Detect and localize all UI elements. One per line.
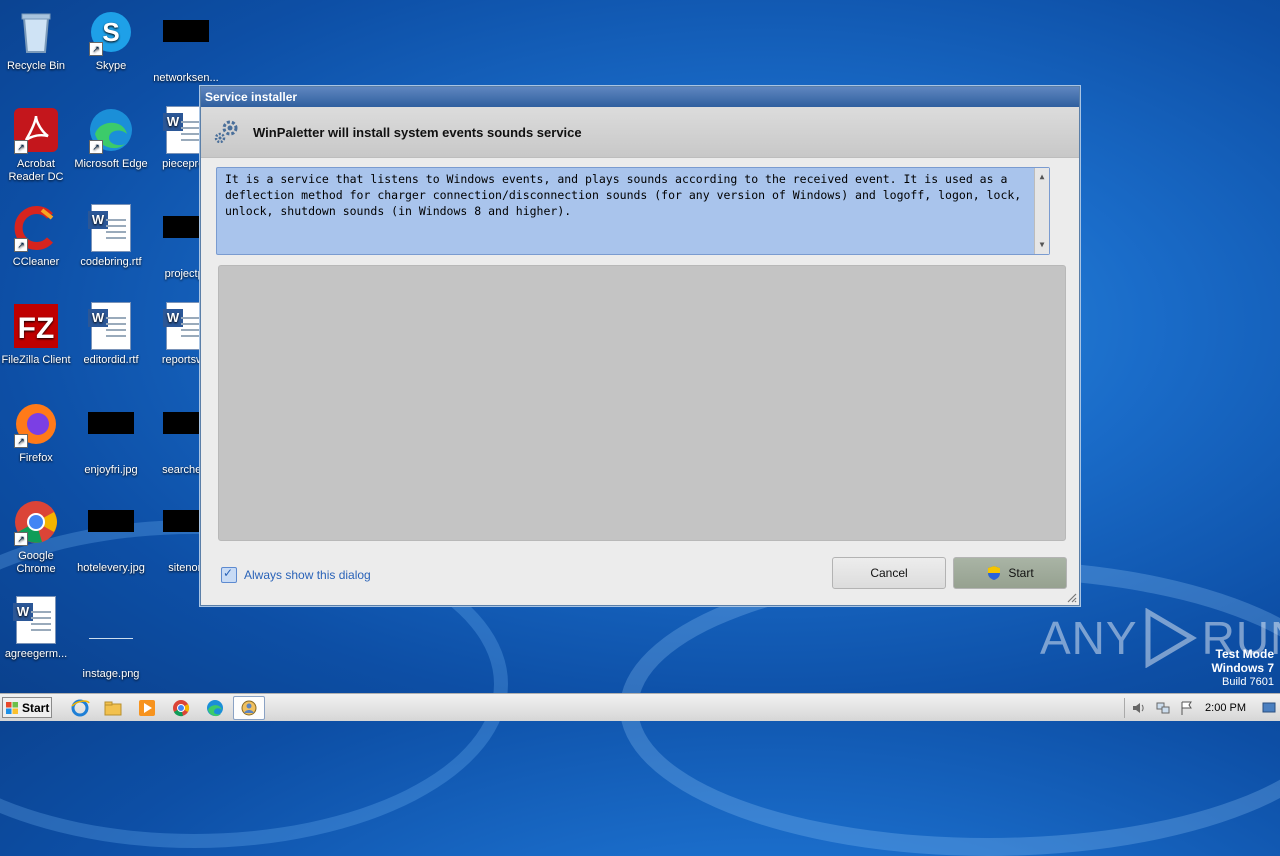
start-button[interactable]: Start — [953, 557, 1067, 589]
dialog-window-title: Service installer — [205, 90, 298, 104]
desktop-icon-label: Recycle Bin — [6, 60, 66, 72]
desktop-icon-label: Firefox — [19, 452, 53, 464]
resize-grip-icon[interactable] — [1065, 591, 1077, 603]
acrobat-icon: ↗ — [12, 106, 60, 154]
skype-icon: S ↗ — [87, 8, 135, 56]
start-menu-button[interactable]: Start — [2, 697, 52, 718]
desktop-icon-label: codebring.rtf — [80, 256, 142, 268]
shortcut-arrow-icon: ↗ — [14, 238, 28, 252]
os-label: Windows 7 — [1211, 661, 1274, 675]
description-scrollbar[interactable]: ▲ ▼ — [1034, 168, 1049, 254]
desktop-icon-label: CCleaner — [12, 256, 60, 268]
dialog-header: WinPaletter will install system events s… — [201, 107, 1079, 158]
always-show-label[interactable]: Always show this dialog — [244, 568, 371, 582]
taskbar: Start 2:00 PM — [0, 693, 1280, 721]
uac-shield-icon — [988, 566, 1001, 580]
desktop-icon-instage[interactable]: instage.png — [73, 596, 149, 681]
edge-icon[interactable] — [205, 698, 225, 718]
watermark-text-left: ANY — [1040, 612, 1138, 664]
desktop-icon-codebring[interactable]: W codebring.rtf — [73, 204, 149, 269]
desktop-icon-recycle-bin[interactable]: Recycle Bin — [0, 8, 74, 73]
winpaletter-icon — [241, 700, 257, 716]
desktop-icon-agreegerm[interactable]: W agreegerm... — [0, 596, 74, 661]
word-document-icon: W — [87, 302, 135, 350]
word-document-icon: W — [12, 596, 60, 644]
explorer-icon[interactable] — [103, 698, 123, 718]
shortcut-arrow-icon: ↗ — [14, 140, 28, 154]
svg-text:FZ: FZ — [18, 312, 55, 345]
always-show-checkbox-row[interactable]: Always show this dialog — [221, 566, 371, 583]
firefox-icon: ↗ — [12, 400, 60, 448]
start-label: Start — [22, 700, 50, 715]
desktop-icon-editordid[interactable]: W editordid.rtf — [73, 302, 149, 367]
desktop-icon-label: agreegerm... — [4, 648, 68, 660]
shortcut-arrow-icon: ↗ — [14, 532, 28, 546]
redacted-thumbnail-icon — [87, 510, 135, 558]
filezilla-icon: FZ — [12, 302, 60, 350]
system-tray: 2:00 PM — [1124, 694, 1280, 721]
redacted-thumbnail-icon — [162, 20, 210, 68]
ie-icon[interactable] — [70, 698, 90, 718]
desktop-icon-label: Google Chrome — [16, 550, 56, 575]
desktop-icon-label: Acrobat Reader DC — [8, 158, 64, 183]
desktop-icon-label: FileZilla Client — [1, 354, 71, 366]
shortcut-arrow-icon: ↗ — [89, 140, 103, 154]
action-center-flag-icon[interactable] — [1179, 700, 1195, 716]
media-player-icon[interactable] — [137, 698, 157, 718]
chrome-icon: ↗ — [12, 498, 60, 546]
scroll-up-icon[interactable]: ▲ — [1035, 170, 1049, 184]
dialog-title-bar[interactable]: Service installer — [201, 87, 1079, 107]
test-mode-notice: Test Mode Windows 7 Build 7601 — [1211, 647, 1274, 689]
show-desktop-icon[interactable] — [1262, 701, 1276, 715]
desktop-icon-label: editordid.rtf — [83, 354, 139, 366]
desktop-icon-filezilla[interactable]: FZ FileZilla Client — [0, 302, 74, 367]
desktop-icon-label: instage.png — [82, 668, 140, 680]
recycle-bin-icon — [12, 8, 60, 56]
desktop-icon-firefox[interactable]: ↗ Firefox — [0, 400, 74, 465]
service-description-textbox[interactable]: It is a service that listens to Windows … — [216, 167, 1050, 255]
desktop-icon-networksen[interactable]: networksen... — [148, 8, 224, 85]
winpaletter-taskbar-button[interactable] — [233, 696, 265, 720]
redacted-thumbnail-icon — [87, 412, 135, 460]
network-icon[interactable] — [1155, 700, 1171, 716]
windows-flag-icon — [6, 701, 18, 714]
scroll-down-icon[interactable]: ▼ — [1035, 238, 1049, 252]
desktop-icon-ccleaner[interactable]: ↗ CCleaner — [0, 204, 74, 269]
ccleaner-icon: ↗ — [12, 204, 60, 252]
test-mode-label: Test Mode — [1215, 647, 1274, 661]
desktop-icon-label: Skype — [95, 60, 127, 72]
service-installer-dialog: Service installer WinPaletter will insta… — [200, 86, 1080, 606]
desktop-icon-label: hotelevery.jpg — [77, 562, 145, 574]
cancel-button-label: Cancel — [870, 566, 908, 580]
shortcut-arrow-icon: ↗ — [14, 434, 28, 448]
play-logo-icon — [1145, 608, 1197, 668]
word-document-icon: W — [87, 204, 135, 252]
start-button-label: Start — [1008, 566, 1034, 580]
desktop-icon-hotelevery[interactable]: hotelevery.jpg — [73, 498, 149, 575]
taskbar-clock[interactable]: 2:00 PM — [1205, 702, 1246, 714]
desktop-icon-label: enjoyfri.jpg — [84, 464, 138, 476]
svg-text:S: S — [102, 17, 119, 47]
always-show-checkbox[interactable] — [221, 566, 237, 583]
tray-separator — [1124, 697, 1126, 718]
image-file-icon — [87, 616, 135, 664]
speaker-icon[interactable] — [1131, 700, 1147, 716]
edge-icon: ↗ — [87, 106, 135, 154]
service-description-text: It is a service that listens to Windows … — [225, 172, 1022, 218]
desktop-icon-label: Microsoft Edge — [74, 158, 148, 170]
desktop-icon-acrobat[interactable]: ↗ Acrobat Reader DC — [0, 106, 74, 184]
desktop-icon-skype[interactable]: S ↗ Skype — [73, 8, 149, 73]
cancel-button[interactable]: Cancel — [832, 557, 946, 589]
gear-icon — [214, 120, 238, 144]
desktop-icon-label: networksen... — [153, 72, 219, 84]
shortcut-arrow-icon: ↗ — [89, 42, 103, 56]
desktop-icon-enjoyfri[interactable]: enjoyfri.jpg — [73, 400, 149, 477]
build-label: Build 7601 — [1222, 676, 1274, 688]
chrome-icon[interactable] — [171, 698, 191, 718]
dialog-header-title: WinPaletter will install system events s… — [253, 125, 582, 140]
desktop-icon-chrome[interactable]: ↗ Google Chrome — [0, 498, 74, 576]
install-log-panel — [218, 265, 1066, 541]
desktop-icon-edge[interactable]: ↗ Microsoft Edge — [73, 106, 149, 171]
